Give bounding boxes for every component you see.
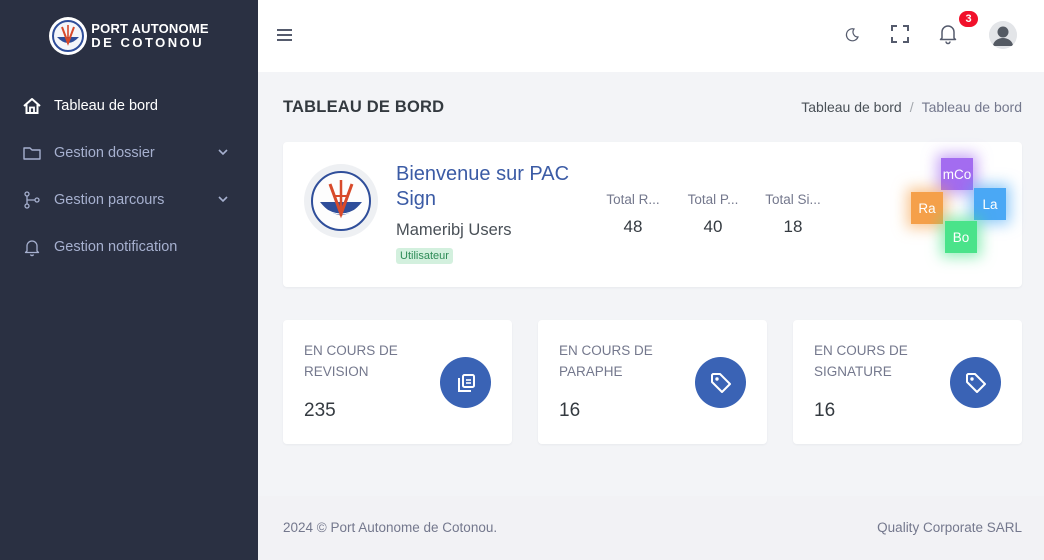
stat-label: Total R... bbox=[606, 192, 660, 207]
port-logo-icon bbox=[304, 164, 378, 238]
welcome-title: Bienvenue sur PAC Sign bbox=[396, 163, 570, 210]
sidebar: PORT AUTONOME DE COTONOU Tableau de bord… bbox=[0, 0, 258, 560]
card-label: EN COURS DE PARAPHE bbox=[559, 343, 653, 379]
chevron-down-icon bbox=[216, 145, 230, 159]
card-value: 16 bbox=[814, 400, 836, 421]
card-label: EN COURS DE SIGNATURE bbox=[814, 343, 908, 379]
sidebar-item-label: Tableau de bord bbox=[54, 97, 158, 114]
breadcrumb-separator: / bbox=[909, 99, 914, 115]
sidebar-item-label: Gestion dossier bbox=[54, 144, 155, 161]
app-tile-la[interactable]: La bbox=[974, 188, 1006, 220]
role-badge: Utilisateur bbox=[396, 248, 453, 264]
sidebar-item-label: Gestion parcours bbox=[54, 191, 165, 208]
card-value: 235 bbox=[304, 400, 336, 421]
sidebar-item-label: Gestion notification bbox=[54, 238, 178, 255]
breadcrumb-link[interactable]: Tableau de bord bbox=[801, 99, 901, 115]
tag-icon bbox=[950, 357, 1001, 408]
sidebar-item-gestion-dossier[interactable]: Gestion dossier bbox=[0, 129, 258, 176]
page-title: TABLEAU DE BORD bbox=[283, 98, 445, 116]
sidebar-item-gestion-notification[interactable]: Gestion notification bbox=[0, 223, 258, 270]
welcome-card: Bienvenue sur PAC Sign Mameribj Users Ut… bbox=[283, 142, 1022, 287]
notification-count-badge: 3 bbox=[959, 11, 978, 27]
brand-line-1: PORT AUTONOME bbox=[91, 21, 209, 36]
notification-bell-icon[interactable] bbox=[936, 22, 960, 46]
app-tile-bo[interactable]: Bo bbox=[945, 221, 977, 253]
user-avatar[interactable] bbox=[989, 21, 1017, 49]
app-tile-ra[interactable]: Ra bbox=[911, 192, 943, 224]
brand-name: PORT AUTONOME DE COTONOU bbox=[91, 22, 208, 50]
stat-label: Total Si... bbox=[765, 192, 821, 207]
breadcrumb: Tableau de bord / Tableau de bord bbox=[801, 99, 1022, 115]
brand[interactable]: PORT AUTONOME DE COTONOU bbox=[0, 0, 258, 72]
home-icon bbox=[22, 96, 42, 116]
menu-icon[interactable] bbox=[276, 25, 294, 45]
footer: 2024 © Port Autonome de Cotonou. Quality… bbox=[258, 496, 1044, 560]
fullscreen-icon[interactable] bbox=[888, 22, 912, 46]
card-revision[interactable]: EN COURS DE REVISION 235 bbox=[283, 320, 512, 444]
footer-credit: Quality Corporate SARL bbox=[877, 520, 1022, 535]
copy-icon bbox=[440, 357, 491, 408]
card-paraphe[interactable]: EN COURS DE PARAPHE 16 bbox=[538, 320, 767, 444]
folder-icon bbox=[22, 143, 42, 163]
sidebar-menu: Tableau de bord Gestion dossier Gestion … bbox=[0, 82, 258, 270]
chevron-down-icon bbox=[216, 192, 230, 206]
breadcrumb-current: Tableau de bord bbox=[921, 99, 1022, 115]
sidebar-item-tableau-de-bord[interactable]: Tableau de bord bbox=[0, 82, 258, 129]
stat-value: 40 bbox=[703, 217, 723, 236]
stat-total-si: Total Si... 18 bbox=[763, 192, 823, 237]
branch-icon bbox=[22, 190, 42, 210]
card-label: EN COURS DE REVISION bbox=[304, 343, 398, 379]
brand-line-2: DE COTONOU bbox=[91, 35, 205, 50]
stat-value: 18 bbox=[783, 217, 803, 236]
stat-total-p: Total P... 40 bbox=[683, 192, 743, 237]
user-name: Mameribj Users bbox=[396, 221, 512, 239]
stat-label: Total P... bbox=[687, 192, 739, 207]
sidebar-item-gestion-parcours[interactable]: Gestion parcours bbox=[0, 176, 258, 223]
bell-icon bbox=[22, 237, 42, 257]
footer-copyright: 2024 © Port Autonome de Cotonou. bbox=[283, 520, 498, 535]
stat-total-r: Total R... 48 bbox=[603, 192, 663, 237]
card-value: 16 bbox=[559, 400, 581, 421]
card-signature[interactable]: EN COURS DE SIGNATURE 16 bbox=[793, 320, 1022, 444]
port-logo-icon bbox=[49, 17, 88, 55]
app-tile-mco[interactable]: mCo bbox=[941, 158, 973, 190]
moon-icon[interactable] bbox=[840, 22, 864, 46]
top-header: 3 bbox=[258, 0, 1044, 72]
tag-icon bbox=[695, 357, 746, 408]
stat-value: 48 bbox=[623, 217, 643, 236]
